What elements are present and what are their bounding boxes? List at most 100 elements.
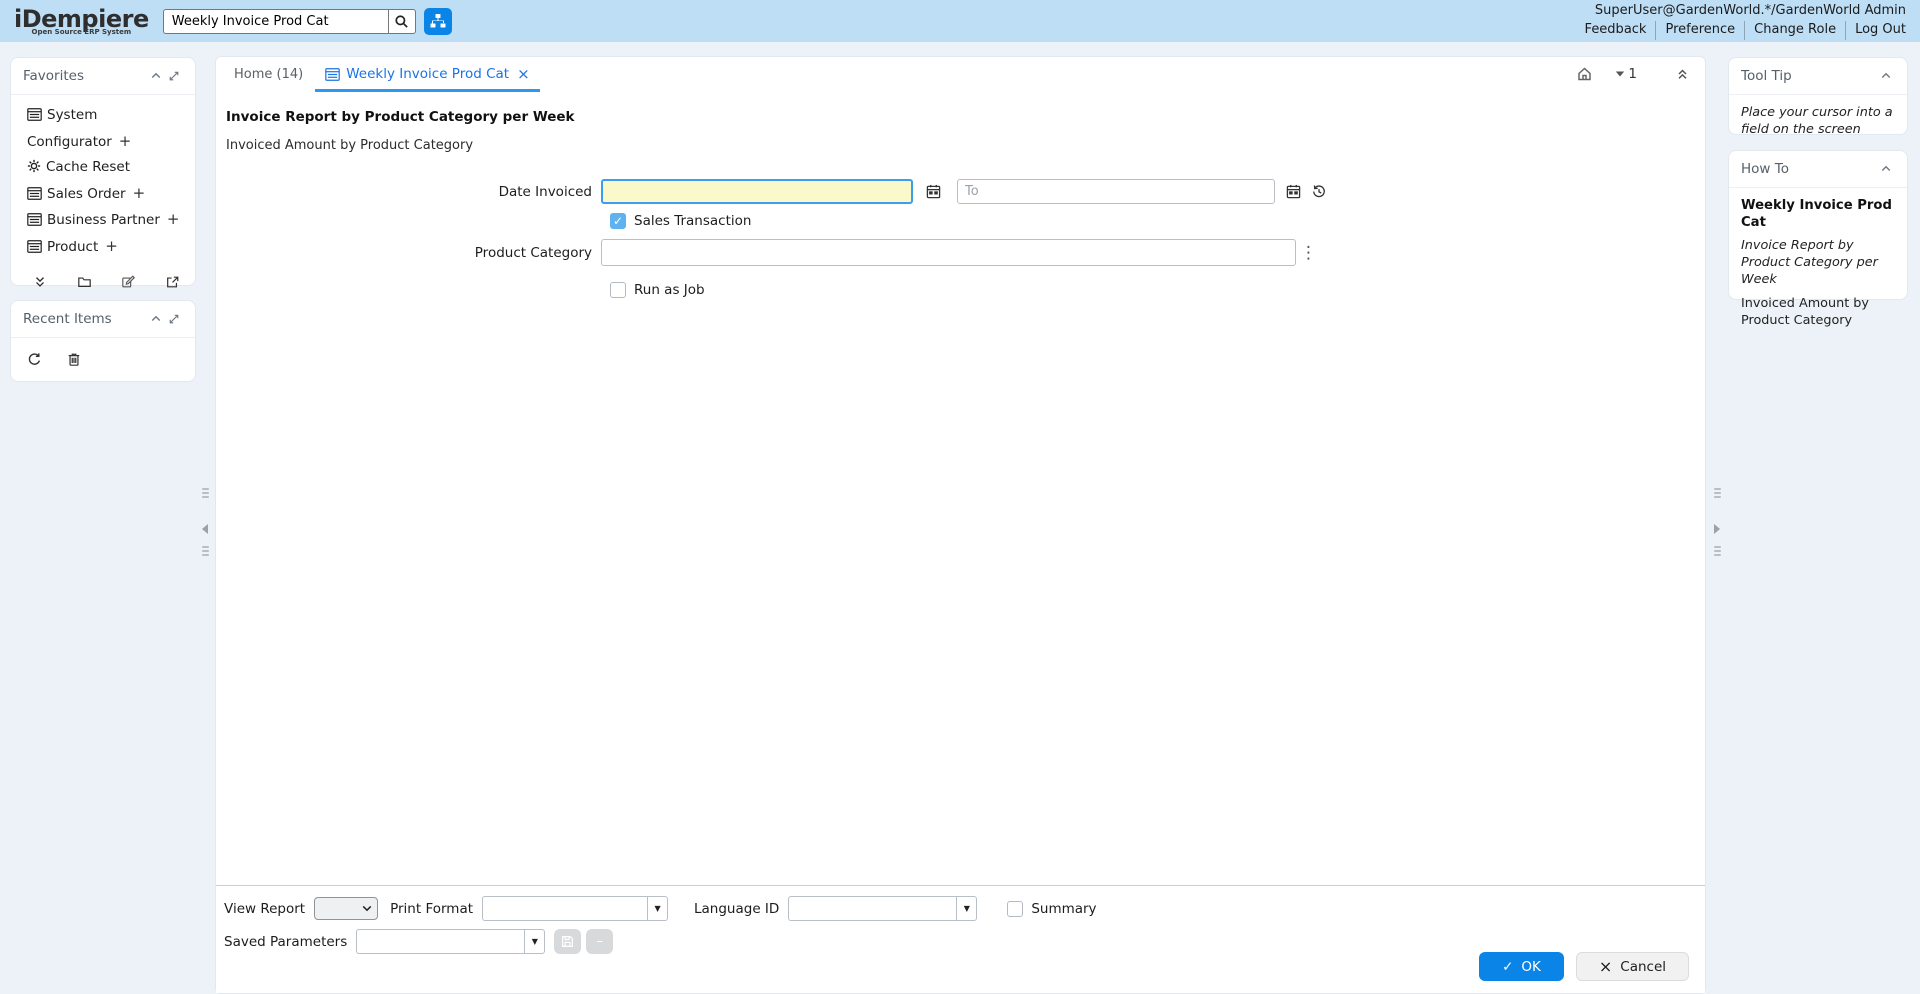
more-options-icon[interactable]: ⋮	[1300, 243, 1317, 263]
favorite-item-product[interactable]: Product +	[27, 234, 191, 261]
date-invoiced-to-input[interactable]	[957, 179, 1275, 204]
favorite-item-business-partner[interactable]: Business Partner +	[27, 207, 191, 234]
right-splitter-grip[interactable]	[1714, 488, 1721, 498]
header-user-area: SuperUser@GardenWorld.*/GardenWorld Admi…	[1576, 2, 1906, 40]
summary-checkbox[interactable]	[1007, 900, 1024, 917]
date-invoiced-from-input[interactable]	[601, 179, 913, 204]
print-format-input[interactable]	[482, 896, 648, 921]
desktop-tabbar: Home (14) Weekly Invoice Prod Cat × 1	[216, 57, 1705, 92]
logo-subtitle: Open Source ERP System	[31, 27, 132, 36]
saved-parameters-dropdown-button[interactable]: ▼	[524, 929, 546, 954]
search-input[interactable]	[162, 8, 388, 34]
check-icon: ✓	[1502, 958, 1514, 975]
logout-link[interactable]: Log Out	[1845, 21, 1906, 40]
sales-transaction-row: ✓ Sales Transaction	[216, 213, 1705, 229]
delete-parameters-button[interactable]: –	[586, 929, 614, 954]
product-category-input[interactable]	[601, 239, 1296, 266]
folder-icon[interactable]	[75, 273, 93, 291]
howto-heading: Weekly Invoice Prod Cat	[1741, 198, 1892, 231]
process-footer: View Report Print Format ▼ Language ID ▼…	[216, 885, 1705, 993]
calendar-icon[interactable]	[921, 184, 945, 199]
sales-transaction-checkbox[interactable]: ✓	[610, 213, 626, 229]
view-report-select[interactable]	[314, 897, 379, 920]
expand-node-icon[interactable]: +	[167, 210, 180, 228]
product-category-row: Product Category ⋮	[216, 239, 1705, 266]
expand-node-icon[interactable]: +	[133, 184, 146, 202]
caret-down-icon	[1616, 71, 1625, 77]
tab-close-icon[interactable]: ×	[517, 65, 530, 83]
refresh-icon[interactable]	[25, 350, 43, 368]
summary-label: Summary	[1031, 900, 1097, 917]
cancel-button[interactable]: × Cancel	[1575, 952, 1689, 981]
app-logo[interactable]: iDempiere Open Source ERP System	[14, 7, 149, 36]
favorites-list: System Configurator + Cache Reset Sales O…	[11, 95, 195, 264]
collapse-right-panel-icon[interactable]	[1714, 524, 1720, 534]
save-parameters-button[interactable]	[554, 929, 582, 954]
search-button[interactable]	[387, 8, 416, 34]
favorite-item-sales-order[interactable]: Sales Order +	[27, 181, 191, 208]
recent-items-header: Recent Items	[11, 301, 195, 338]
logo-title: iDempiere	[14, 4, 149, 33]
favorite-item-system-configurator[interactable]: System Configurator +	[27, 103, 191, 155]
language-id-combo: ▼	[788, 896, 978, 921]
history-icon[interactable]	[1307, 184, 1331, 199]
tab-home[interactable]: Home (14)	[222, 67, 315, 82]
collapse-panel-icon[interactable]	[147, 310, 165, 328]
run-as-job-label: Run as Job	[634, 282, 705, 298]
print-format-label: Print Format	[390, 900, 474, 917]
recent-items-panel: Recent Items	[10, 300, 196, 382]
process-title: Invoice Report by Product Category per W…	[226, 109, 575, 125]
feedback-link[interactable]: Feedback	[1576, 21, 1656, 40]
caret-down-icon: ▼	[654, 904, 661, 913]
language-id-dropdown-button[interactable]: ▼	[956, 896, 978, 921]
left-splitter-grip[interactable]	[202, 488, 209, 498]
tab-weekly-invoice-prod-cat[interactable]: Weekly Invoice Prod Cat ×	[315, 57, 541, 92]
cancel-button-label: Cancel	[1620, 958, 1666, 975]
right-splitter-grip[interactable]	[1714, 546, 1721, 556]
open-windows-dropdown[interactable]: 1	[1615, 66, 1637, 82]
favorites-header: Favorites	[11, 58, 195, 95]
collapse-panel-icon[interactable]	[147, 67, 165, 85]
menu-tree-button[interactable]	[423, 7, 452, 35]
favorites-title: Favorites	[23, 68, 84, 84]
favorite-label: Business Partner	[47, 212, 160, 228]
header-links: Feedback Preference Change Role Log Out	[1576, 21, 1906, 40]
collapse-header-icon[interactable]	[1673, 65, 1691, 83]
expand-panel-icon[interactable]	[165, 310, 183, 328]
collapse-all-icon[interactable]	[31, 273, 49, 291]
collapse-left-panel-icon[interactable]	[202, 524, 208, 534]
home-icon[interactable]	[1575, 65, 1593, 83]
print-format-combo: ▼	[482, 896, 669, 921]
save-icon	[562, 936, 574, 947]
howto-header: How To	[1729, 151, 1907, 188]
run-as-job-checkbox[interactable]	[610, 282, 626, 298]
saved-parameters-input[interactable]	[356, 929, 525, 954]
edit-icon[interactable]	[119, 273, 137, 291]
expand-node-icon[interactable]: +	[105, 237, 118, 255]
date-invoiced-label: Date Invoiced	[498, 183, 592, 200]
howto-text: Invoiced Amount by Product Category	[1741, 296, 1869, 328]
view-report-label: View Report	[224, 900, 306, 917]
collapse-panel-icon[interactable]	[1877, 67, 1895, 85]
run-as-job-row: Run as Job	[216, 282, 1705, 298]
calendar-icon[interactable]	[1281, 184, 1305, 199]
language-id-input[interactable]	[788, 896, 957, 921]
preference-link[interactable]: Preference	[1655, 21, 1744, 40]
caret-down-icon: ▼	[531, 937, 538, 946]
left-splitter-grip[interactable]	[202, 546, 209, 556]
collapse-panel-icon[interactable]	[1877, 160, 1895, 178]
global-search	[162, 7, 452, 35]
share-icon[interactable]	[163, 273, 181, 291]
favorite-item-cache-reset[interactable]: Cache Reset	[27, 155, 191, 181]
sales-transaction-label: Sales Transaction	[634, 213, 752, 229]
expand-panel-icon[interactable]	[165, 67, 183, 85]
ok-button[interactable]: ✓ OK	[1479, 952, 1564, 981]
change-role-link[interactable]: Change Role	[1744, 21, 1845, 40]
trash-icon[interactable]	[65, 350, 83, 368]
print-format-dropdown-button[interactable]: ▼	[647, 896, 669, 921]
expand-node-icon[interactable]: +	[119, 132, 132, 150]
chevron-down-icon	[362, 905, 372, 912]
tooltip-text: Place your cursor into a field on the sc…	[1741, 105, 1893, 138]
tab-label: Weekly Invoice Prod Cat	[346, 66, 510, 82]
close-icon: ×	[1598, 957, 1613, 976]
